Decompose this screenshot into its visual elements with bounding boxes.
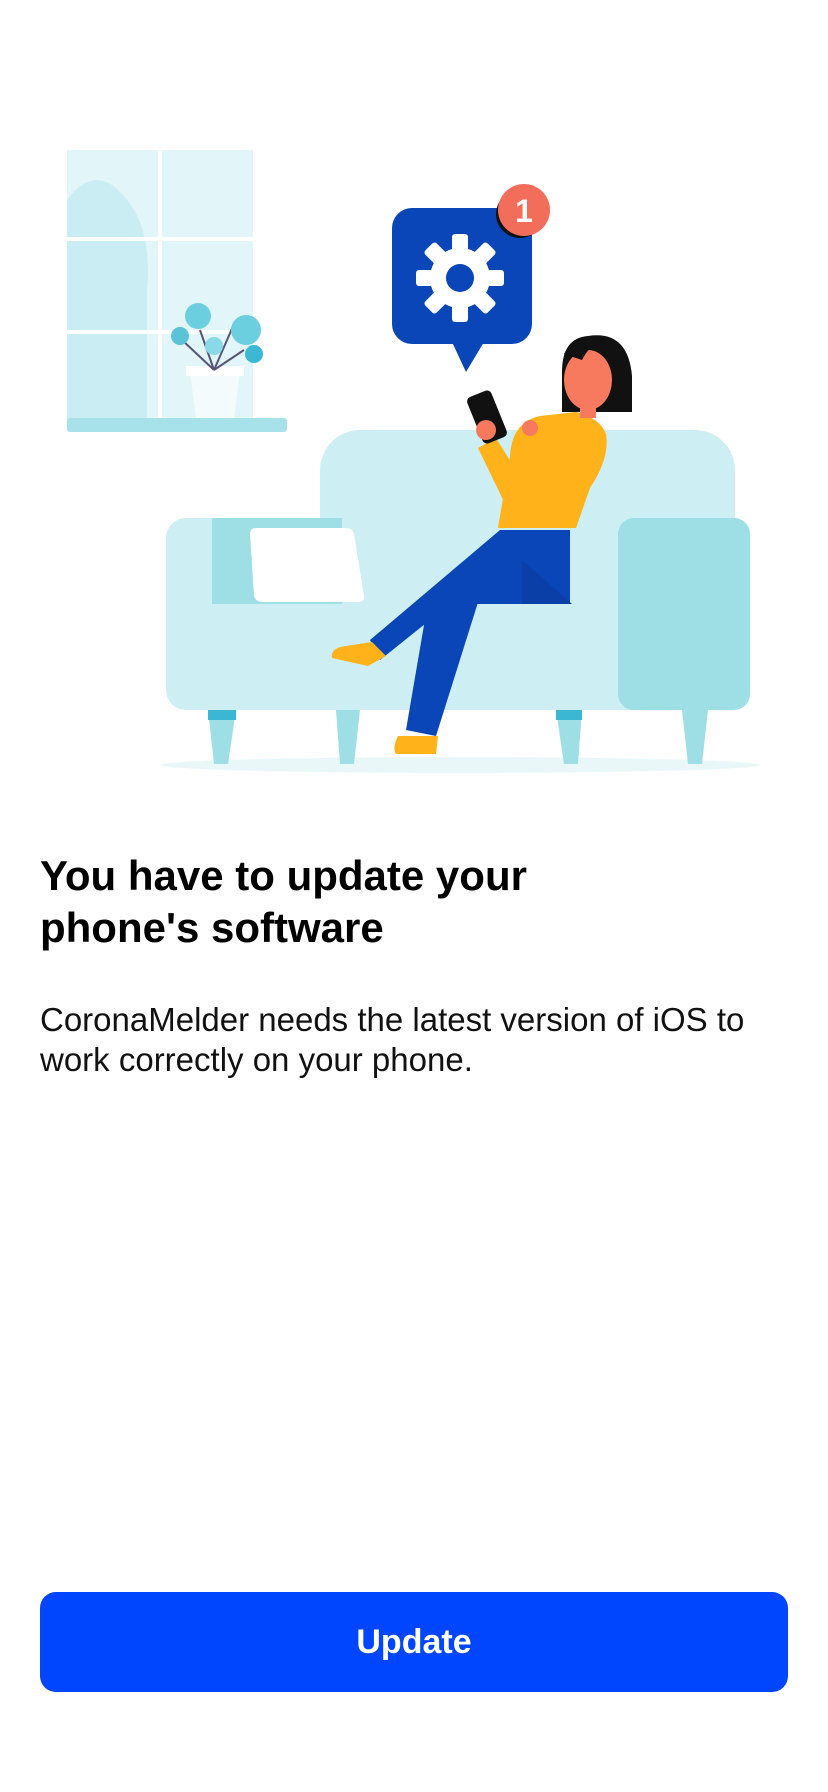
gear-icon [416, 234, 504, 322]
update-button[interactable]: Update [40, 1592, 788, 1692]
description-text: CoronaMelder needs the latest version of… [40, 1001, 745, 1078]
notification-count: 1 [515, 193, 533, 229]
content-section: You have to update your phone's software… [40, 850, 788, 1080]
update-illustration: 1 [67, 150, 760, 773]
page-title: You have to update your phone's software [40, 852, 527, 951]
window-illustration [67, 150, 287, 432]
gear-notification-bubble: 1 [392, 184, 550, 372]
